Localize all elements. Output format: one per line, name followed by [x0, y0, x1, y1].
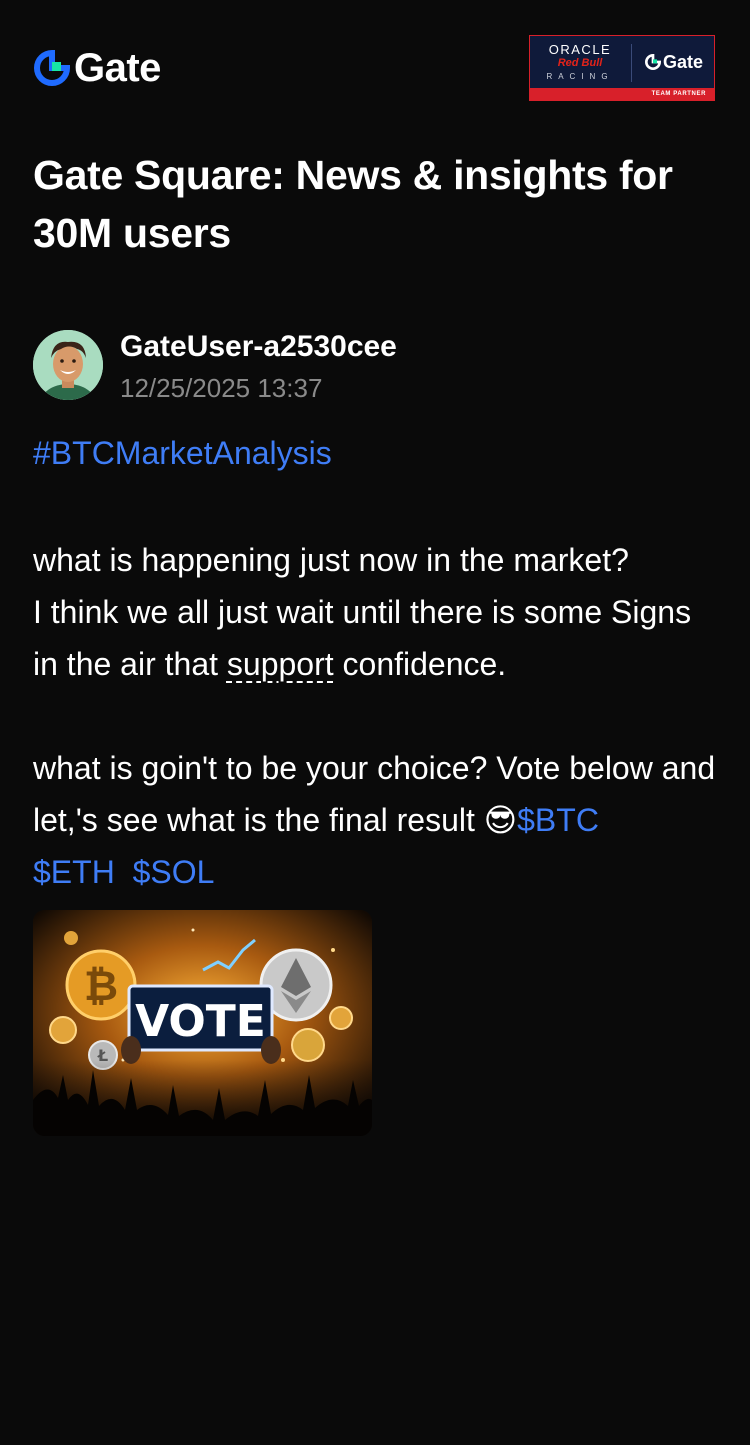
post-paragraph-2: what is goin't to be your choice? Vote b… [33, 742, 723, 898]
partner-line-redbull: Red Bull [557, 57, 603, 69]
ticker-sol[interactable]: $SOL [133, 854, 215, 890]
gate-logo-text: Gate [74, 46, 161, 90]
post-image[interactable]: ₿ Ł VOTE [33, 910, 372, 1136]
partner-strip-text: TEAM PARTNER [651, 91, 706, 97]
author-name[interactable]: GateUser-a2530cee [120, 328, 397, 366]
post-paragraph-1: what is happening just now in the market… [33, 534, 723, 690]
vote-crypto-illustration: ₿ Ł VOTE [33, 910, 372, 1136]
paragraph-1-line-1: what is happening just now in the market… [33, 542, 629, 578]
vote-sign-text: VOTE [135, 996, 266, 1047]
partner-strip: TEAM PARTNER [530, 88, 714, 100]
team-partner-badge[interactable]: ORACLE Red Bull RACING Gate TEAM PARTNER [529, 35, 715, 101]
post-body: what is happening just now in the market… [33, 534, 723, 898]
partner-line-racing: RACING [546, 72, 614, 81]
oracle-redbull-racing-logo: ORACLE Red Bull RACING [530, 36, 630, 88]
partner-gate-text: Gate [662, 51, 704, 72]
paragraph-1-line-2b: confidence. [333, 646, 507, 682]
support-term-link[interactable]: support [227, 646, 334, 682]
partner-gate-logo: Gate [632, 36, 714, 88]
ticker-btc[interactable]: $BTC [517, 802, 599, 838]
header: Gate ORACLE Red Bull RACING Gate TEAM PA… [0, 0, 750, 120]
avatar[interactable] [33, 330, 103, 400]
page-title: Gate Square: News & insights for 30M use… [33, 152, 673, 256]
svg-text:₿: ₿ [84, 961, 118, 1010]
gate-logo-icon [34, 50, 70, 86]
post-author: GateUser-a2530cee 12/25/2025 13:37 [33, 328, 713, 403]
paragraph-2-text: what is goin't to be your choice? Vote b… [33, 750, 716, 838]
avatar-portrait-icon [33, 330, 103, 400]
hashtag-link[interactable]: #BTCMarketAnalysis [33, 432, 332, 474]
sunglasses-emoji-icon: 😎 [483, 802, 518, 838]
gate-logo[interactable]: Gate [34, 46, 161, 90]
gate-mini-logo-icon [645, 54, 661, 70]
post-timestamp: 12/25/2025 13:37 [120, 373, 323, 403]
ticker-eth[interactable]: $ETH [33, 854, 115, 890]
partner-line-oracle: ORACLE [548, 42, 612, 57]
